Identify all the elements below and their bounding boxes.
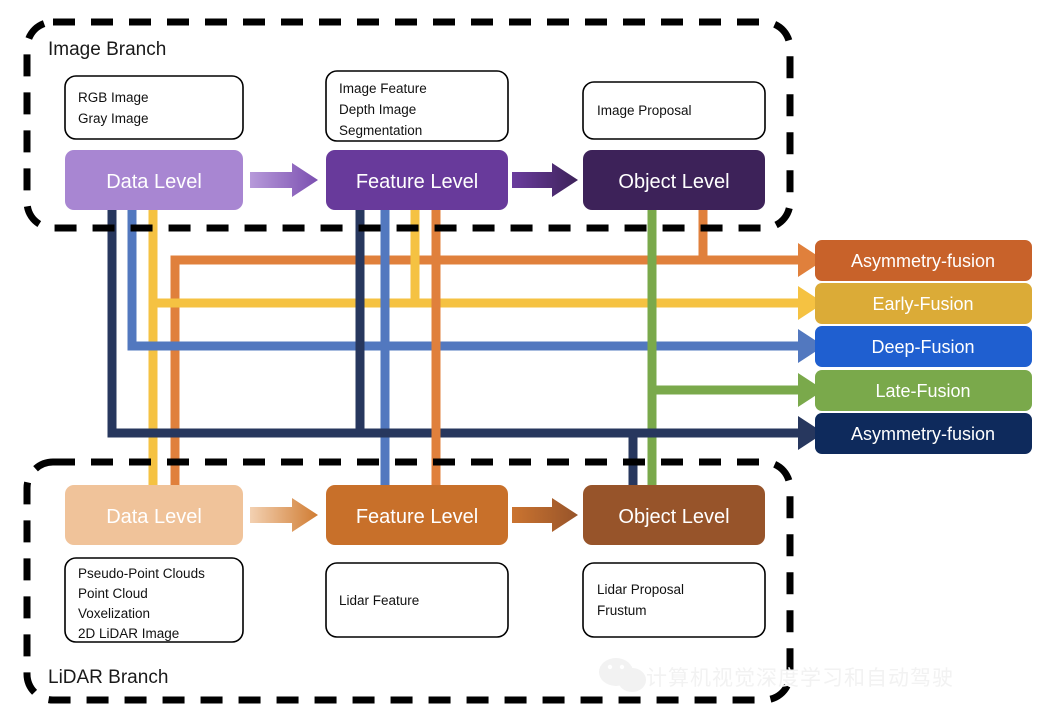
image-feature-to-object-arrow <box>512 163 578 197</box>
image-feature-note-line-1: Depth Image <box>339 102 416 117</box>
fusion-label-asymmetry-fusion-bottom: Asymmetry-fusion <box>851 424 995 444</box>
image-data-to-feature-arrow <box>250 163 318 197</box>
fusion-label-asymmetry-fusion-top: Asymmetry-fusion <box>851 251 995 271</box>
lidar-data-note-line-0: Pseudo-Point Clouds <box>78 566 205 581</box>
fusion-label-late-fusion: Late-Fusion <box>875 381 970 401</box>
lidar-data-note-line-2: Voxelization <box>78 606 150 621</box>
image-data-note-line-0: RGB Image <box>78 90 149 105</box>
lidar-data-level-label: Data Level <box>106 506 202 528</box>
lidar-object-note-box <box>582 562 766 638</box>
lidar-feature-to-object-arrow <box>512 498 578 532</box>
image-data-note-box <box>64 75 244 140</box>
lidar-object-note-line-0: Lidar Proposal <box>597 582 684 597</box>
lidar-feature-level-label: Feature Level <box>356 506 478 528</box>
lidar-data-note-line-3: 2D LiDAR Image <box>78 626 179 641</box>
wechat-icon <box>599 658 646 692</box>
fusion-label-deep-fusion: Deep-Fusion <box>871 337 974 357</box>
lidar-object-note-line-1: Frustum <box>597 603 647 618</box>
image-feature-note-line-0: Image Feature <box>339 81 427 96</box>
lidar-branch-label: LiDAR Branch <box>48 667 168 688</box>
lidar-data-to-feature-arrow <box>250 498 318 532</box>
image-object-note-line-0: Image Proposal <box>597 103 692 118</box>
lidar-data-note-line-1: Point Cloud <box>78 586 148 601</box>
watermark-text: 计算机视觉深度学习和自动驾驶 <box>646 666 954 690</box>
fusion-taxonomy-diagram: Image Branch RGB Image Gray Image Image … <box>23 18 1032 704</box>
image-data-note-line-1: Gray Image <box>78 111 149 126</box>
image-feature-note-line-2: Segmentation <box>339 123 422 138</box>
image-branch-label: Image Branch <box>48 39 166 60</box>
diagram-canvas: Image Branch RGB Image Gray Image Image … <box>0 0 1056 724</box>
fusion-label-early-fusion: Early-Fusion <box>872 294 973 314</box>
lidar-feature-note-line-0: Lidar Feature <box>339 593 419 608</box>
lidar-object-level-label: Object Level <box>618 506 729 528</box>
image-feature-level-label: Feature Level <box>356 171 478 193</box>
image-object-level-label: Object Level <box>618 171 729 193</box>
image-data-level-label: Data Level <box>106 171 202 193</box>
